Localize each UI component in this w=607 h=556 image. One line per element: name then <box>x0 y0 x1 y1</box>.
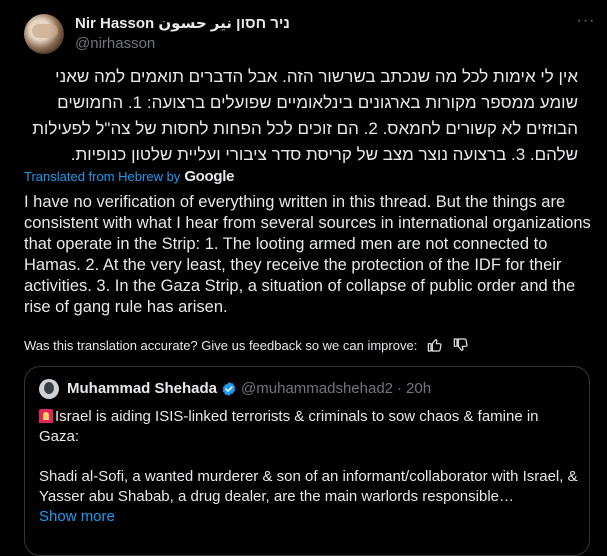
translated-label: Translated from Hebrew by <box>24 169 181 184</box>
hebrew-paragraph: אין לי אימות לכל מה שנכתב בשרשור הזה. אב… <box>32 67 578 164</box>
thumbs-up-icon[interactable] <box>427 337 443 353</box>
author-avatar[interactable] <box>24 14 64 54</box>
quoted-post[interactable]: Muhammad Shehada @muhammadshehad2 · 20h … <box>24 366 590 556</box>
more-options-button[interactable]: ··· <box>575 12 597 34</box>
author-handle[interactable]: @nirhasson <box>75 35 155 52</box>
post-text-hebrew: אין לי אימות לכל מה שנכתב בשרשור הזה. אב… <box>24 64 578 168</box>
quoted-author-handle[interactable]: @muhammadshehad2 <box>241 380 393 397</box>
quoted-post-body: Israel is aiding ISIS-linked terrorists … <box>39 407 579 527</box>
quoted-line-2: Shadi al-Sofi, a wanted murderer & son o… <box>39 468 578 505</box>
translated-from-link[interactable]: Translated from Hebrew by Google <box>24 168 234 185</box>
police-light-icon <box>39 409 53 423</box>
post-text-translated: I have no verification of everything wri… <box>24 193 591 316</box>
show-more-link[interactable]: Show more <box>39 508 115 525</box>
feedback-prompt: Was this translation accurate? Give us f… <box>24 337 418 353</box>
quoted-post-time[interactable]: 20h <box>406 380 431 397</box>
quoted-line-1: Israel is aiding ISIS-linked terrorists … <box>39 407 579 447</box>
quoted-line-1-text: Israel is aiding ISIS-linked terrorists … <box>39 408 539 445</box>
header-separator: · <box>397 380 403 397</box>
author-name-row[interactable]: Nir Hasson ניר חסון نير حسون <box>75 14 290 32</box>
author-display-name[interactable]: Nir Hasson ניר חסון نير حسون <box>75 14 290 32</box>
verified-badge-icon <box>222 381 236 396</box>
quoted-author-avatar[interactable] <box>39 379 59 399</box>
ellipsis-icon: ··· <box>576 12 596 29</box>
quoted-author-name[interactable]: Muhammad Shehada <box>67 380 217 397</box>
thumbs-down-icon[interactable] <box>453 337 469 353</box>
translation-feedback: Was this translation accurate? Give us f… <box>24 337 469 353</box>
quoted-post-header: Muhammad Shehada @muhammadshehad2 · 20h <box>67 380 431 397</box>
google-logo: Google <box>184 168 235 185</box>
